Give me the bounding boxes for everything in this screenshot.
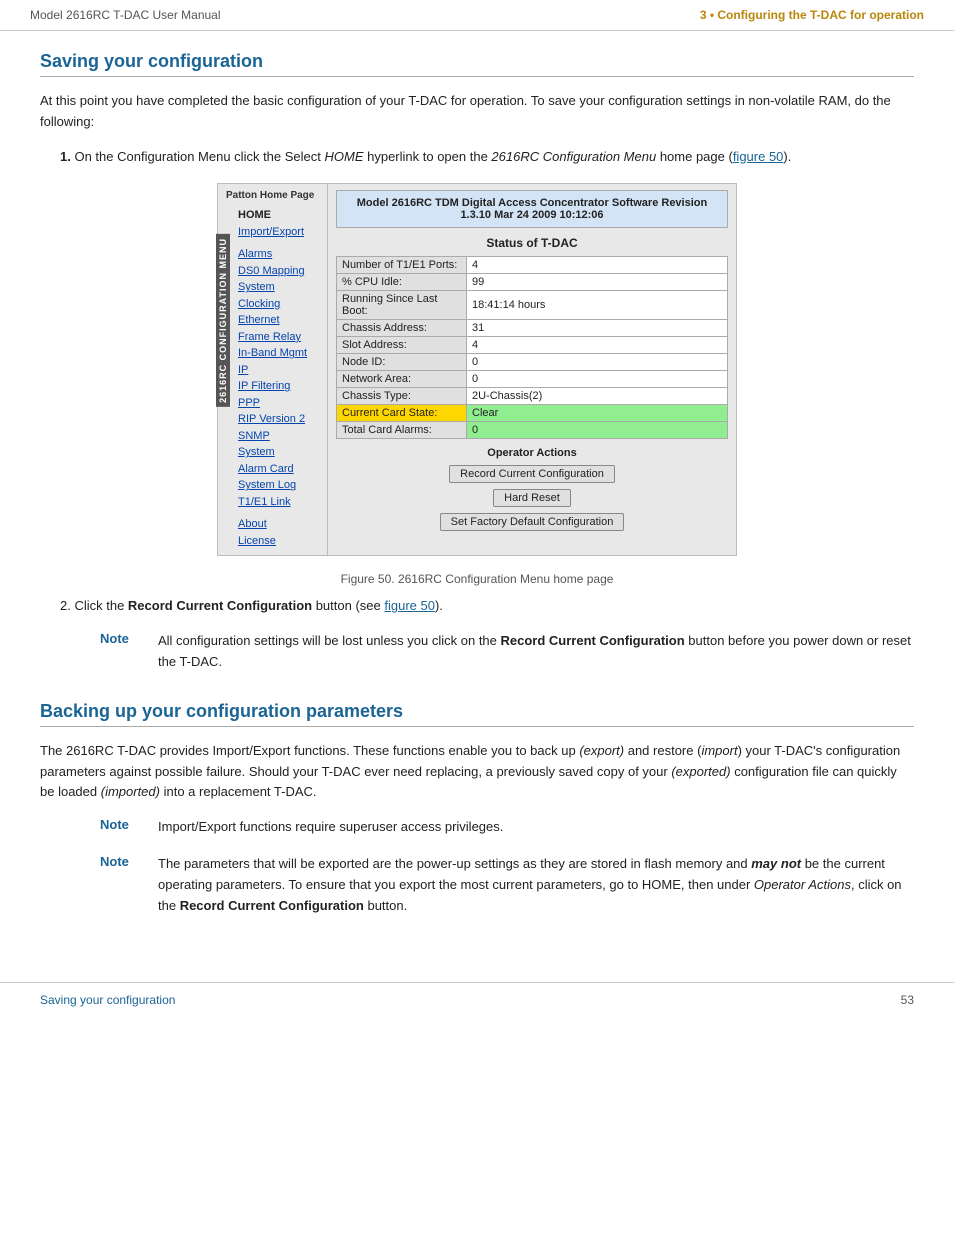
step2-text3: ).	[435, 598, 443, 613]
header-left: Model 2616RC T-DAC User Manual	[30, 8, 221, 22]
step2: 2. Click the Record Current Configuratio…	[60, 596, 914, 617]
nav-ds0-mapping[interactable]: DS0 Mapping	[238, 263, 319, 280]
status-value: Clear	[467, 405, 728, 422]
note2-text: Import/Export functions require superuse…	[158, 817, 503, 838]
note2-block: Note Import/Export functions require sup…	[100, 817, 914, 838]
note1-text: All configuration settings will be lost …	[158, 631, 914, 673]
nav-alarms[interactable]: Alarms	[238, 246, 319, 263]
section1-heading: Saving your configuration	[40, 51, 914, 77]
nav-snmp[interactable]: SNMP	[238, 428, 319, 445]
step2-bold: Record Current Configuration	[128, 598, 312, 613]
nav-ppp[interactable]: PPP	[238, 395, 319, 412]
status-value: 18:41:14 hours	[467, 291, 728, 320]
status-label: Running Since Last Boot:	[337, 291, 467, 320]
nav-system-clocking[interactable]: System Clocking	[238, 279, 319, 312]
section2-heading: Backing up your configuration parameters	[40, 701, 914, 727]
nav-rip-version-2[interactable]: RIP Version 2	[238, 411, 319, 428]
step1-number: 1.	[60, 149, 71, 164]
status-value: 31	[467, 320, 728, 337]
nav-about[interactable]: About	[238, 516, 319, 533]
footer-right: 53	[901, 993, 914, 1007]
status-value: 0	[467, 354, 728, 371]
status-label: Total Card Alarms:	[337, 422, 467, 439]
footer-left: Saving your configuration	[40, 993, 175, 1007]
note3-label: Note	[100, 854, 150, 869]
status-label: Number of T1/E1 Ports:	[337, 257, 467, 274]
section1-intro: At this point you have completed the bas…	[40, 91, 914, 133]
record-config-button[interactable]: Record Current Configuration	[449, 465, 615, 483]
operator-actions: Operator Actions Record Current Configur…	[336, 447, 728, 533]
figure-caption: Figure 50. 2616RC Configuration Menu hom…	[40, 572, 914, 586]
nav-import-export[interactable]: Import/Export	[238, 224, 319, 241]
status-label: Current Card State:	[337, 405, 467, 422]
note3-text: The parameters that will be exported are…	[158, 854, 914, 916]
status-label: % CPU Idle:	[337, 274, 467, 291]
step1-text2: hyperlink to open the	[364, 149, 492, 164]
status-label: Node ID:	[337, 354, 467, 371]
step1-text1: On the Configuration Menu click the Sele…	[74, 149, 324, 164]
step2-link[interactable]: figure 50	[384, 598, 435, 613]
note2-label: Note	[100, 817, 150, 832]
nav-ip[interactable]: IP	[238, 362, 319, 379]
patton-home-label: Patton Home Page	[226, 190, 319, 201]
step1-text3: home page (	[656, 149, 733, 164]
nav-home[interactable]: HOME	[238, 207, 319, 224]
step1-italic2: 2616RC Configuration Menu	[491, 149, 656, 164]
status-label: Chassis Address:	[337, 320, 467, 337]
nav-in-band-mgmt[interactable]: In-Band Mgmt	[238, 345, 319, 362]
operator-actions-title: Operator Actions	[336, 447, 728, 459]
step1: 1. On the Configuration Menu click the S…	[60, 147, 914, 168]
step1-text4: ).	[783, 149, 791, 164]
step2-text2: button (see	[312, 598, 384, 613]
nav-ip-filtering[interactable]: IP Filtering	[238, 378, 319, 395]
nav-frame-relay[interactable]: Frame Relay	[238, 329, 319, 346]
page-footer: Saving your configuration 53	[0, 982, 954, 1017]
status-value: 4	[467, 257, 728, 274]
note1-block: Note All configuration settings will be …	[100, 631, 914, 673]
vertical-label: 2616RC CONFIGURATION MENU	[216, 234, 230, 407]
nav-license[interactable]: License	[238, 533, 319, 550]
nav-ethernet[interactable]: Ethernet	[238, 312, 319, 329]
factory-default-button[interactable]: Set Factory Default Configuration	[440, 513, 625, 531]
step1-link[interactable]: figure 50	[733, 149, 784, 164]
sidebar-nav: Patton Home Page 2616RC CONFIGURATION ME…	[218, 184, 328, 555]
hard-reset-button[interactable]: Hard Reset	[493, 489, 571, 507]
main-content: Saving your configuration At this point …	[0, 31, 954, 952]
status-value: 4	[467, 337, 728, 354]
page-header: Model 2616RC T-DAC User Manual 3 • Confi…	[0, 0, 954, 31]
status-value: 0	[467, 371, 728, 388]
status-heading: Status of T-DAC	[336, 236, 728, 250]
status-label: Chassis Type:	[337, 388, 467, 405]
nav-t1e1-link[interactable]: T1/E1 Link	[238, 494, 319, 511]
status-value: 99	[467, 274, 728, 291]
figure-container: Patton Home Page 2616RC CONFIGURATION ME…	[217, 183, 737, 556]
nav-system[interactable]: System	[238, 444, 319, 461]
main-panel: Model 2616RC TDM Digital Access Concentr…	[328, 184, 736, 555]
status-table: Number of T1/E1 Ports:4% CPU Idle:99Runn…	[336, 256, 728, 439]
header-right: 3 • Configuring the T-DAC for operation	[700, 8, 924, 22]
status-label: Slot Address:	[337, 337, 467, 354]
nav-system-log[interactable]: System Log	[238, 477, 319, 494]
step1-italic1: HOME	[325, 149, 364, 164]
note1-label: Note	[100, 631, 150, 646]
step2-text1: 2. Click the	[60, 598, 128, 613]
note3-block: Note The parameters that will be exporte…	[100, 854, 914, 916]
status-value: 0	[467, 422, 728, 439]
status-value: 2U-Chassis(2)	[467, 388, 728, 405]
status-label: Network Area:	[337, 371, 467, 388]
section2-intro: The 2616RC T-DAC provides Import/Export …	[40, 741, 914, 803]
nav-alarm-card[interactable]: Alarm Card	[238, 461, 319, 478]
banner-box: Model 2616RC TDM Digital Access Concentr…	[336, 190, 728, 228]
figure-inner: Patton Home Page 2616RC CONFIGURATION ME…	[218, 184, 736, 555]
